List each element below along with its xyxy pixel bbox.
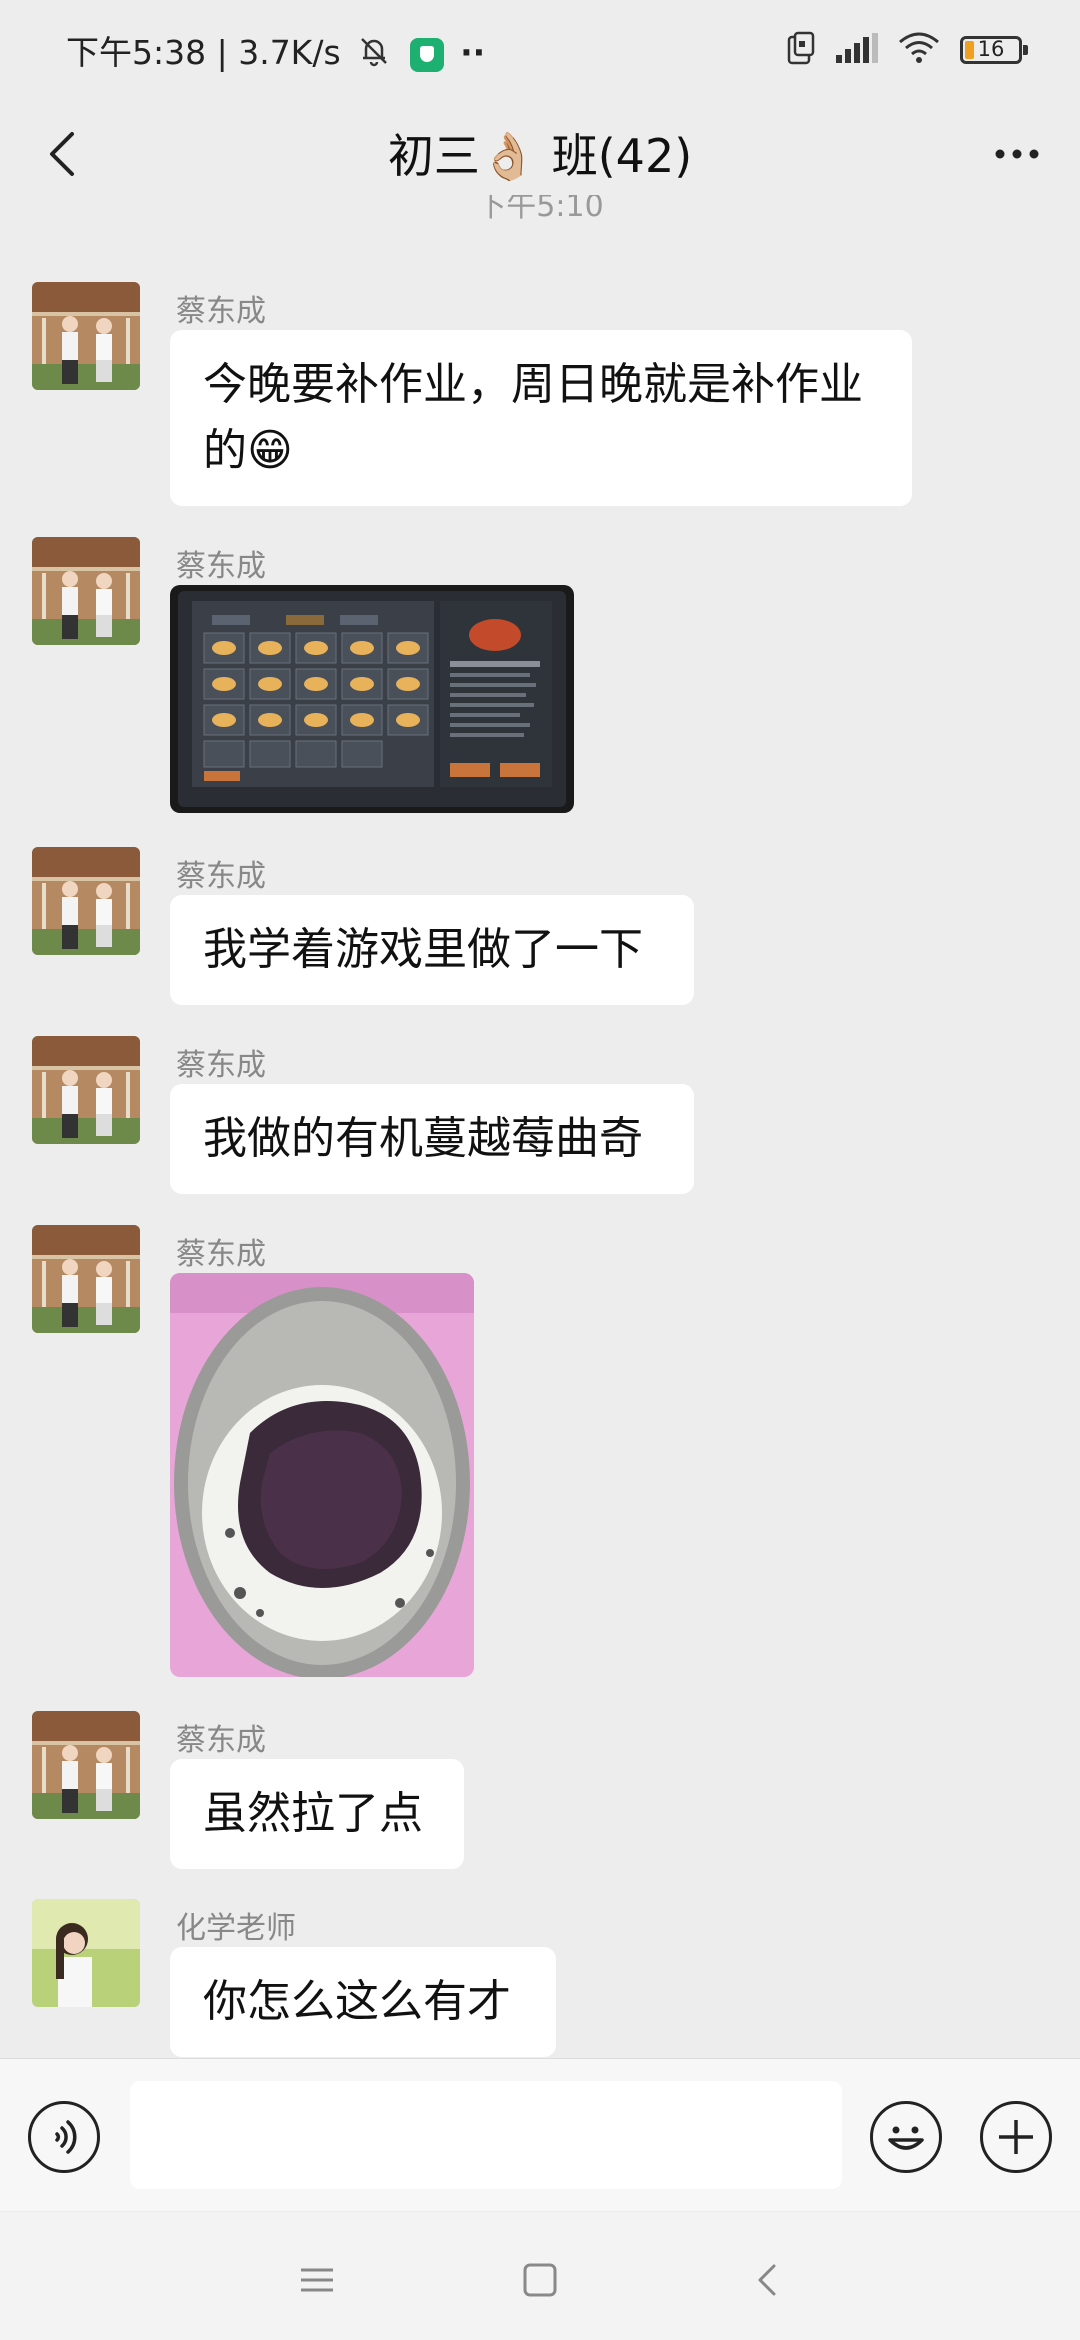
chat-title: 初三👌🏼 班(42): [387, 129, 693, 183]
avatar[interactable]: [32, 1225, 140, 1333]
security-shield-icon: [409, 37, 444, 72]
sender-name: 蔡东成: [176, 1237, 266, 1272]
bell-muted-icon: [357, 34, 391, 76]
avatar[interactable]: [32, 282, 140, 390]
avatar[interactable]: [32, 847, 140, 955]
signal-icon: [836, 33, 878, 67]
sender-name: 蔡东成: [176, 1723, 266, 1758]
avatar[interactable]: [32, 1899, 140, 2007]
home-button[interactable]: [510, 2250, 570, 2310]
time-separator: 下午5:10: [476, 195, 604, 224]
plus-icon: [999, 2120, 1033, 2154]
message-input[interactable]: [130, 2081, 842, 2189]
voice-input-button[interactable]: [28, 2101, 100, 2173]
sender-name: 蔡东成: [176, 859, 266, 894]
battery-level: 16: [977, 37, 1005, 61]
status-time-speed: 下午5:38 | 3.7K/s: [66, 33, 341, 72]
menu-button[interactable]: [287, 2250, 347, 2310]
home-square-icon: [523, 2263, 557, 2297]
status-right: 16: [786, 30, 1028, 70]
avatar[interactable]: [32, 1711, 140, 1819]
message-bubble[interactable]: 你怎么这么有才: [170, 1947, 556, 2057]
message-bubble[interactable]: 今晚要补作业，周日晚就是补作业的😁: [170, 330, 912, 506]
wifi-icon: [898, 32, 940, 68]
battery-icon: 16: [960, 36, 1028, 64]
status-bar: 下午5:38 | 3.7K/s ·· 16: [0, 0, 1080, 100]
message-bubble[interactable]: 我做的有机蔓越莓曲奇: [170, 1084, 694, 1194]
sender-name: 蔡东成: [176, 294, 266, 329]
more-button[interactable]: [982, 118, 1052, 188]
sender-name: 蔡东成: [176, 549, 266, 584]
emoji-button[interactable]: [870, 2101, 942, 2173]
system-nav-bar: [0, 2212, 1080, 2340]
avatar[interactable]: [32, 1036, 140, 1144]
more-horizontal-icon: [995, 149, 1039, 159]
nav-back-button[interactable]: [738, 2250, 798, 2310]
back-triangle-icon: [758, 2264, 776, 2296]
avatar[interactable]: [32, 537, 140, 645]
voice-icon: [55, 2120, 77, 2154]
chat-header: 初三👌🏼 班(42): [0, 100, 1080, 210]
message-bubble[interactable]: 虽然拉了点: [170, 1759, 464, 1869]
smiley-icon: [888, 2126, 924, 2150]
status-left: 下午5:38 | 3.7K/s ··: [66, 26, 485, 76]
cookie-photo-image[interactable]: [170, 1273, 474, 1677]
sender-name: 蔡东成: [176, 1048, 266, 1083]
input-bar: [0, 2058, 1080, 2211]
message-bubble[interactable]: 我学着游戏里做了一下: [170, 895, 694, 1005]
menu-icon: [301, 2268, 333, 2292]
status-more: ··: [460, 33, 486, 72]
game-screenshot-image[interactable]: [170, 585, 574, 813]
sender-name: 化学老师: [176, 1911, 296, 1946]
nfc-icon: [786, 31, 816, 69]
more-actions-button[interactable]: [980, 2101, 1052, 2173]
